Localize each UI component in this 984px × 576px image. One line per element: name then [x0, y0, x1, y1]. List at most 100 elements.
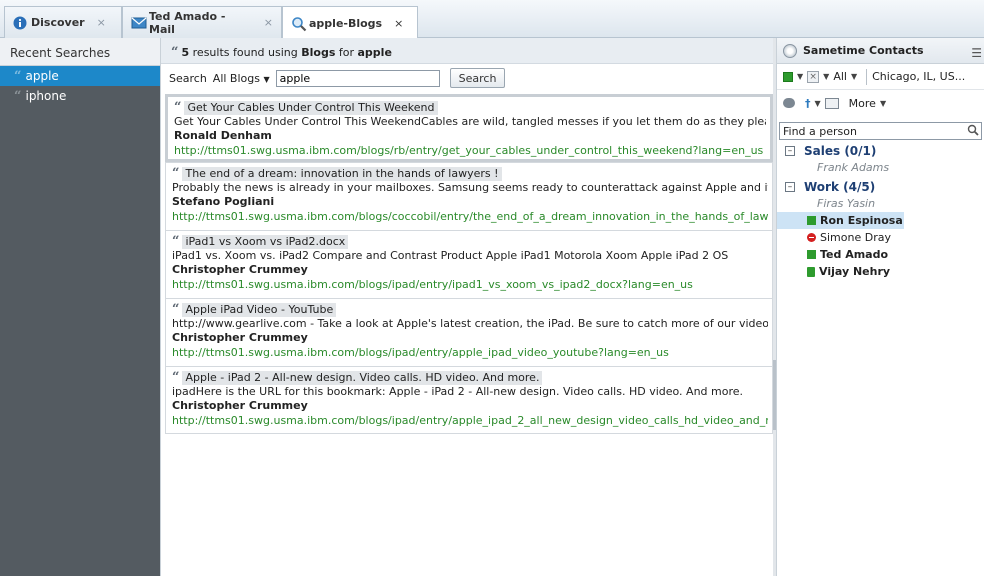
chevron-down-icon[interactable]: ▼ [823, 72, 829, 81]
find-person-input[interactable]: Find a person [779, 122, 982, 140]
tab-bar: Discover × Ted Amado - Mail × apple-Blog… [0, 0, 984, 39]
actions-toolbar: † ▼ More ▼ [777, 90, 984, 116]
find-person-placeholder: Find a person [783, 124, 857, 138]
group-label: Work (4/5) [804, 179, 876, 194]
result-author: Stefano Pogliani [172, 195, 275, 208]
tab-label: Ted Amado - Mail [149, 9, 226, 36]
tab-label: Discover [31, 16, 85, 29]
summary-text: for [338, 46, 354, 59]
scope-value: All Blogs [212, 71, 260, 85]
contact-item[interactable]: Frank Adams [777, 159, 984, 176]
summary-text: results found using [192, 46, 298, 59]
quote-icon: “ [14, 68, 22, 84]
recent-search-item[interactable]: “ apple [0, 66, 160, 86]
result-item[interactable]: “Apple iPad Video - YouTube http://www.g… [165, 298, 773, 366]
tab-label: apple-Blogs [309, 16, 383, 30]
collapse-icon[interactable]: – [785, 145, 795, 156]
status-available-icon[interactable] [783, 71, 793, 82]
contact-name: Simone Dray [820, 231, 891, 244]
result-snippet: iPad1 vs. Xoom vs. iPad2 Compare and Con… [172, 249, 729, 262]
contact-item[interactable]: Simone Dray [777, 229, 984, 246]
status-mobile-icon [807, 266, 815, 277]
result-source: Blogs [301, 46, 336, 59]
collapse-icon[interactable]: – [785, 181, 795, 192]
result-url[interactable]: http://ttms01.swg.usma.ibm.com/blogs/coc… [172, 209, 768, 224]
contact-group-sales[interactable]: – Sales (0/1) [777, 142, 984, 159]
quote-icon: “ [172, 302, 180, 317]
result-snippet: Get Your Cables Under Control This Weeke… [174, 115, 766, 128]
recent-search-item[interactable]: “ iphone [0, 86, 160, 106]
contacts-header: Sametime Contacts ☰ [777, 38, 984, 64]
chevron-down-icon[interactable]: ▼ [851, 72, 857, 81]
result-title[interactable]: Apple iPad Video - YouTube [182, 303, 337, 317]
scope-dropdown[interactable]: All Blogs ▼ [213, 72, 270, 85]
result-author: Ronald Denham [174, 129, 272, 142]
quote-icon: “ [172, 166, 180, 181]
result-url[interactable]: http://ttms01.swg.usma.ibm.com/blogs/ipa… [172, 413, 768, 428]
result-url[interactable]: http://ttms01.swg.usma.ibm.com/blogs/ipa… [172, 277, 768, 292]
location-field[interactable]: Chicago, IL, US... [872, 70, 965, 83]
close-icon[interactable]: × [394, 17, 403, 30]
result-title[interactable]: Apple - iPad 2 - All-new design. Video c… [182, 371, 543, 385]
contact-name: Ted Amado [820, 248, 889, 261]
divider [866, 68, 868, 85]
contact-item[interactable]: Firas Yasin [777, 195, 984, 212]
results-panel: “5 results found using Blogs for apple S… [160, 38, 774, 576]
search-icon [291, 16, 307, 32]
status-toolbar: ▼ × ▼ All ▼ Chicago, IL, US... [777, 64, 984, 90]
tab-mail[interactable]: Ted Amado - Mail × [122, 6, 282, 38]
menu-icon[interactable]: ☰ [971, 46, 982, 60]
group-label: Sales (0/1) [804, 143, 877, 158]
search-input[interactable] [275, 69, 440, 87]
recent-search-label: apple [25, 69, 59, 83]
contact-item[interactable]: Ron Espinosa [777, 212, 904, 229]
chevron-down-icon[interactable]: ▼ [815, 99, 821, 108]
contact-name: Ron Espinosa [820, 214, 903, 227]
chat-icon[interactable] [783, 98, 795, 108]
contact-group-work[interactable]: – Work (4/5) [777, 178, 984, 195]
screen-share-icon[interactable] [824, 97, 839, 109]
contact-name: Vijay Nehry [819, 265, 891, 278]
quote-icon: “ [171, 45, 179, 60]
more-menu[interactable]: More [849, 97, 876, 110]
chevron-down-icon[interactable]: ▼ [880, 99, 886, 108]
contacts-title: Sametime Contacts [803, 44, 924, 57]
result-item[interactable]: “The end of a dream: innovation in the h… [165, 162, 773, 230]
filter-dropdown[interactable]: All [833, 70, 847, 83]
result-url[interactable]: http://ttms01.swg.usma.ibm.com/blogs/ipa… [172, 345, 768, 360]
sametime-icon [783, 43, 797, 58]
result-title[interactable]: iPad1 vs Xoom vs iPad2.docx [182, 235, 349, 249]
info-icon [13, 16, 27, 30]
close-icon[interactable]: × [97, 16, 106, 29]
search-label: Search [169, 71, 207, 85]
result-snippet: http://www.gearlive.com - Take a look at… [172, 317, 768, 330]
contact-item[interactable]: Vijay Nehry [777, 263, 984, 280]
result-item[interactable]: “Apple - iPad 2 - All-new design. Video … [165, 366, 773, 434]
result-title[interactable]: Get Your Cables Under Control This Weeke… [184, 101, 438, 115]
close-icon[interactable]: × [264, 16, 273, 29]
quote-icon: “ [174, 100, 182, 115]
tab-apple-blogs[interactable]: apple-Blogs × [282, 6, 418, 39]
result-snippet: ipadHere is the URL for this bookmark: A… [172, 385, 744, 398]
tab-discover[interactable]: Discover × [4, 6, 122, 38]
result-item[interactable]: “Get Your Cables Under Control This Week… [165, 94, 773, 162]
clear-icon[interactable]: × [807, 70, 820, 83]
search-icon[interactable] [967, 124, 979, 139]
add-contact-icon[interactable]: † [805, 97, 811, 110]
recent-searches-title: Recent Searches [0, 38, 160, 66]
result-url[interactable]: http://ttms01.swg.usma.ibm.com/blogs/rb/… [174, 143, 766, 158]
search-bar: Search All Blogs ▼ Search [161, 64, 774, 92]
quote-icon: “ [172, 234, 180, 249]
status-available-icon [807, 216, 816, 225]
result-term: apple [357, 46, 392, 59]
results-summary: “5 results found using Blogs for apple [161, 38, 774, 64]
contact-name: Firas Yasin [817, 197, 876, 210]
result-title[interactable]: The end of a dream: innovation in the ha… [182, 167, 502, 181]
sametime-contacts-panel: Sametime Contacts ☰ ▼ × ▼ All ▼ Chicago,… [776, 38, 984, 576]
chevron-down-icon[interactable]: ▼ [797, 72, 803, 81]
result-item[interactable]: “iPad1 vs Xoom vs iPad2.docx iPad1 vs. X… [165, 230, 773, 298]
result-author: Christopher Crummey [172, 399, 308, 412]
contact-item[interactable]: Ted Amado [777, 246, 984, 263]
result-count: 5 [181, 46, 190, 59]
search-button[interactable]: Search [449, 68, 506, 88]
